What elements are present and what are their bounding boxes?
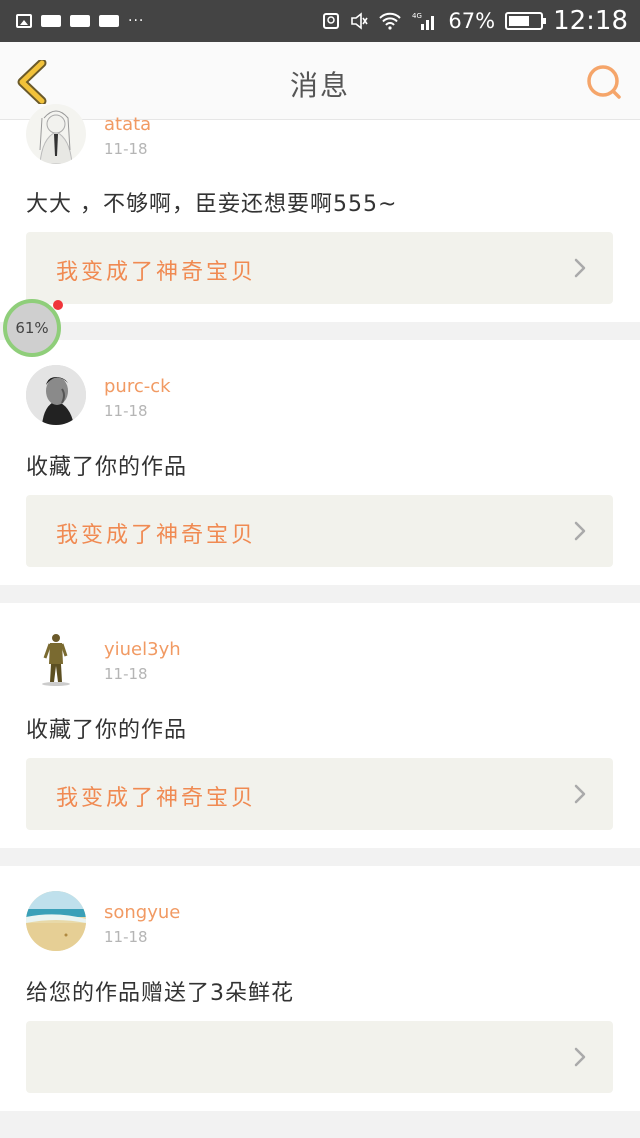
avatar[interactable]: [26, 365, 86, 425]
message-card: songyue 11-18 给您的作品赠送了3朵鲜花: [0, 866, 640, 1111]
chevron-right-icon: [574, 784, 586, 804]
floating-memory-badge[interactable]: 61%: [3, 299, 61, 357]
avatar[interactable]: [26, 891, 86, 951]
search-button[interactable]: [584, 62, 624, 102]
username[interactable]: atata: [104, 114, 151, 135]
avatar[interactable]: [26, 628, 86, 688]
network-type-label: 4G: [412, 12, 422, 20]
work-link[interactable]: 我变成了神奇宝贝: [26, 758, 613, 830]
signal-icon: 4G: [412, 12, 435, 30]
hd-notification-icon: [99, 15, 119, 27]
message-text: 收藏了你的作品: [26, 718, 188, 743]
location-icon: [323, 13, 340, 29]
battery-fill: [509, 16, 530, 26]
search-icon: [587, 65, 621, 99]
hd-notification-icon: [70, 15, 90, 27]
more-notifications: ···: [128, 13, 145, 29]
message-text: 收藏了你的作品: [26, 455, 188, 480]
message-card: yiuel3yh 11-18 收藏了你的作品 我变成了神奇宝贝: [0, 603, 640, 848]
timestamp: 11-18: [104, 928, 148, 946]
message-text: 给您的作品赠送了3朵鲜花: [26, 981, 294, 1006]
chevron-right-icon: [574, 1047, 586, 1067]
work-link-title: 我变成了神奇宝贝: [56, 786, 257, 811]
work-link[interactable]: 我变成了神奇宝贝: [26, 232, 613, 304]
username[interactable]: yiuel3yh: [104, 639, 181, 660]
user-avatar-image: [26, 365, 86, 425]
page-title: 消息: [289, 69, 350, 102]
user-avatar-image: [39, 110, 73, 164]
floating-badge-text: 61%: [15, 319, 49, 337]
timestamp: 11-18: [104, 665, 148, 683]
user-avatar-image: [26, 891, 86, 951]
chevron-right-icon: [574, 258, 586, 278]
mute-icon: [351, 12, 369, 30]
chevron-right-icon: [574, 521, 586, 541]
message-card: atata 11-18 大大 ，不够啊，臣妾还想要啊555~ 我变成了神奇宝贝: [0, 104, 640, 322]
navigation-header: 消息: [0, 42, 640, 120]
message-text: 大大 ，不够啊，臣妾还想要啊555~: [26, 192, 398, 217]
message-card: purc-ck 11-18 收藏了你的作品 我变成了神奇宝贝: [0, 340, 640, 585]
hd-notification-icon: [41, 15, 61, 27]
image-notification-icon: [16, 14, 32, 28]
user-avatar-image: [42, 634, 70, 686]
timestamp: 11-18: [104, 402, 148, 420]
battery-icon: [505, 12, 547, 30]
wifi-icon: [379, 12, 402, 30]
status-bar: ··· 4G 67% 12:18: [0, 0, 640, 42]
username[interactable]: songyue: [104, 902, 180, 923]
battery-percent: 67%: [448, 9, 496, 33]
clock: 12:18: [553, 6, 628, 36]
work-link[interactable]: [26, 1021, 613, 1093]
notification-dot: [53, 300, 63, 310]
timestamp: 11-18: [104, 140, 148, 158]
work-link[interactable]: 我变成了神奇宝贝: [26, 495, 613, 567]
work-link-title: 我变成了神奇宝贝: [56, 260, 257, 285]
work-link-title: 我变成了神奇宝贝: [56, 523, 257, 548]
avatar[interactable]: [26, 104, 86, 164]
username[interactable]: purc-ck: [104, 376, 171, 397]
